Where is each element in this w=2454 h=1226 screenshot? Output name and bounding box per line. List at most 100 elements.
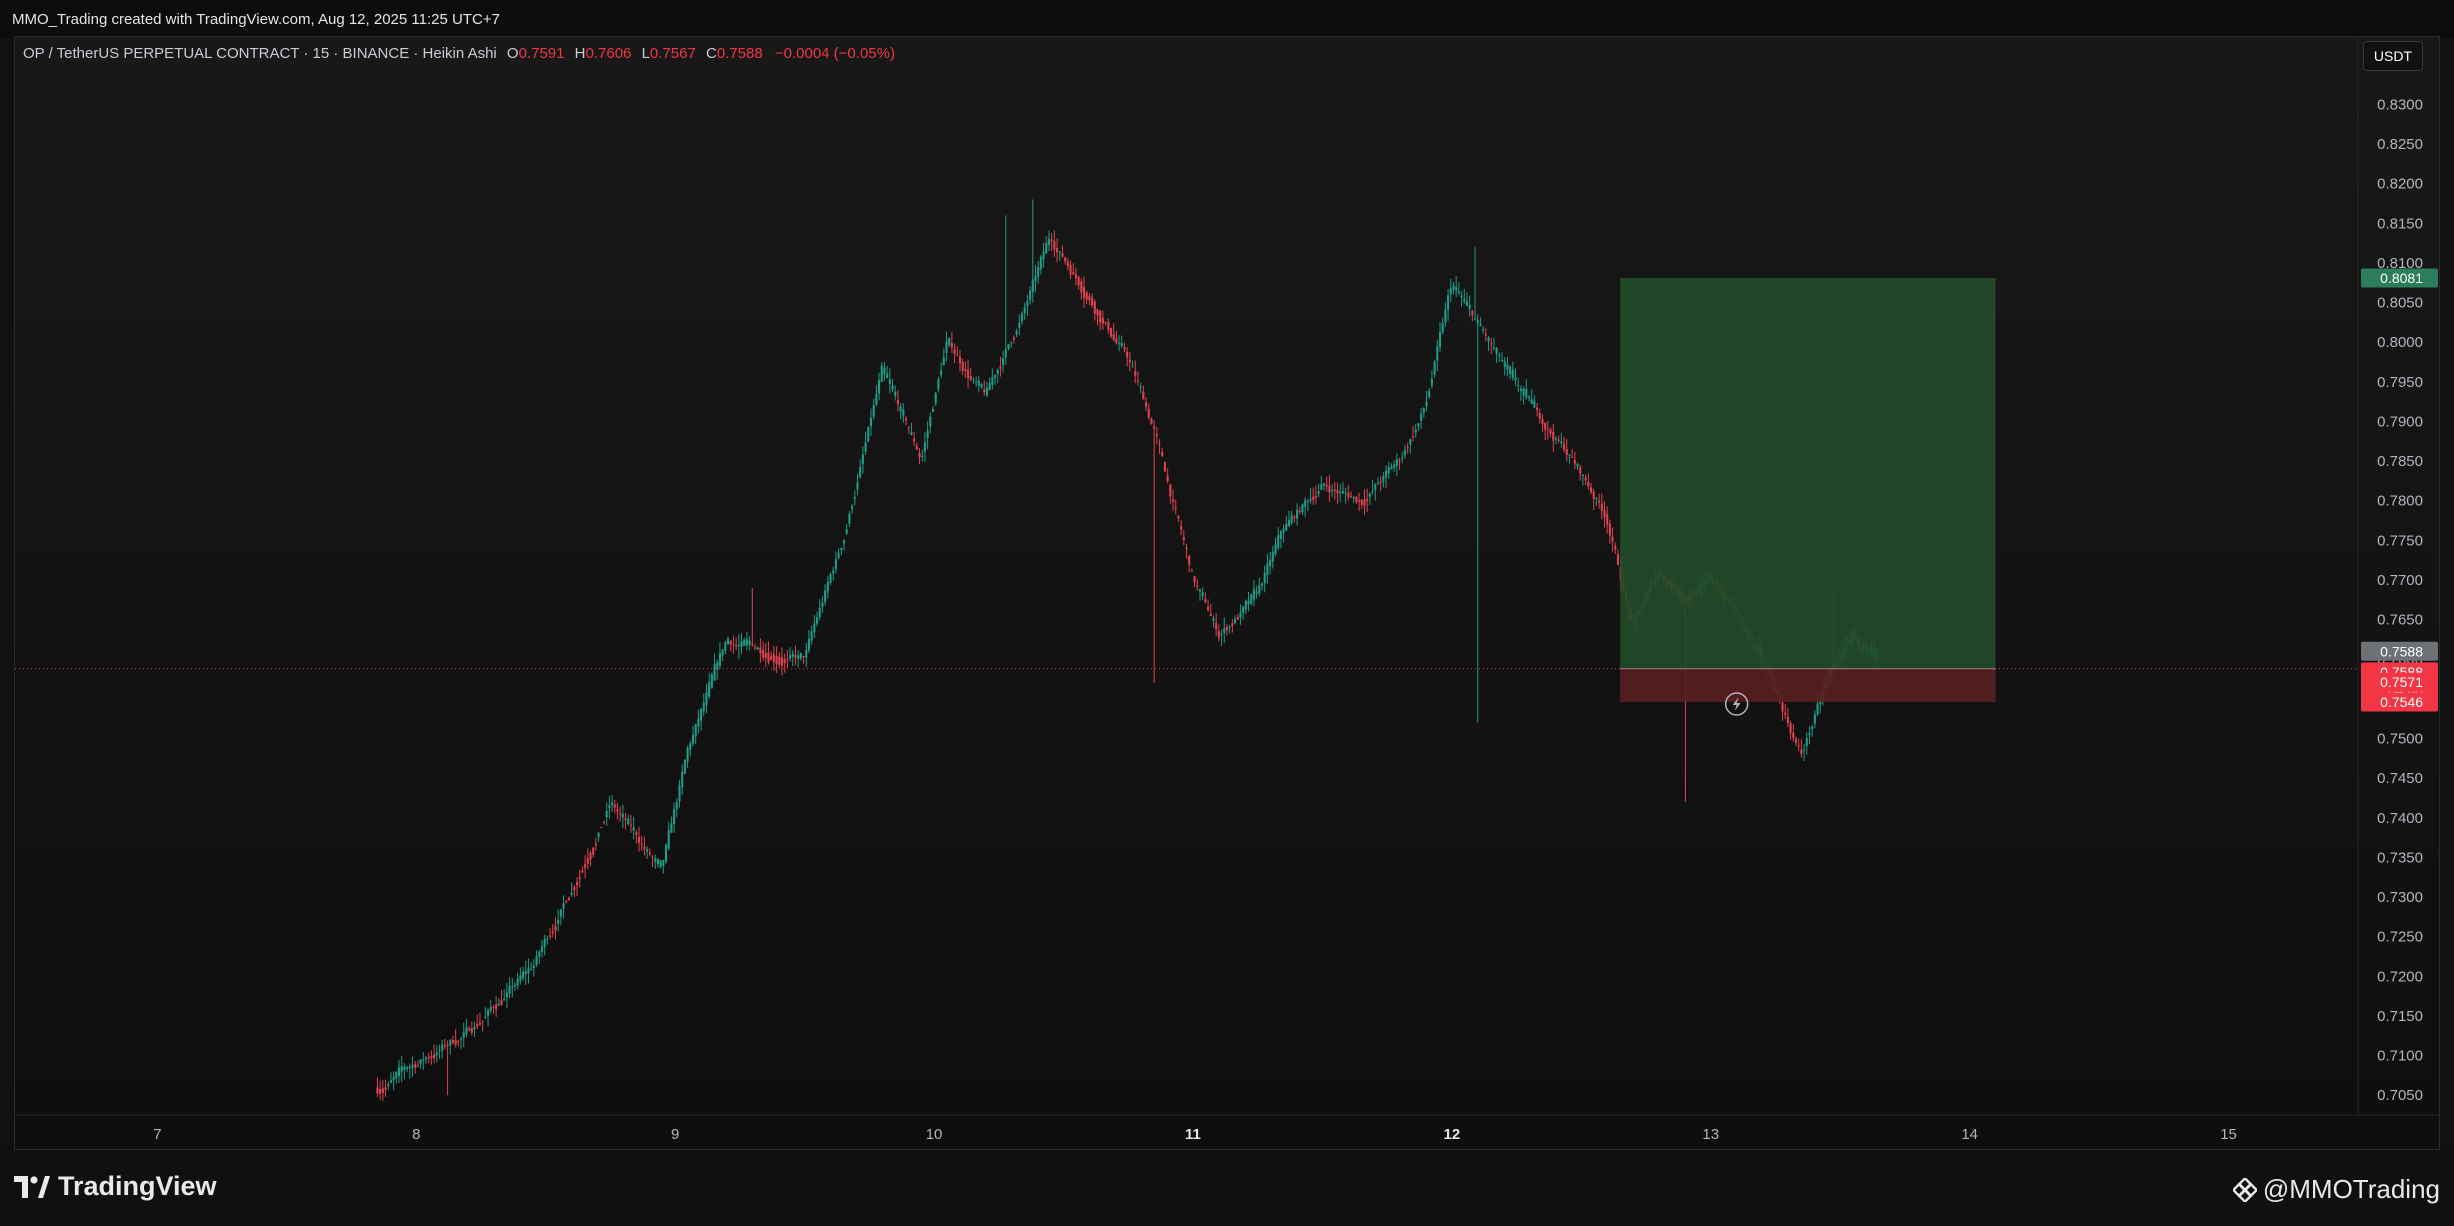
candle-body [1422,407,1425,413]
candle-body [1134,371,1137,376]
candle-body [1171,499,1175,502]
candle-body [1579,467,1582,474]
candle-body [1026,301,1029,307]
candle-body [1487,337,1490,341]
close-label: C [705,45,717,62]
candle-body [1142,391,1145,400]
candle-body [1198,589,1202,592]
tradingview-brand[interactable]: TradingView [14,1171,217,1202]
candle-body [1131,366,1134,368]
candle-body [1503,361,1506,367]
symbol-legend: OP / TetherUS PERPETUAL CONTRACT · 15 · … [23,45,895,62]
candle-body [621,813,624,818]
candle-body [637,836,641,843]
candle-body [1495,348,1498,354]
price-tick-label: 0.7650 [2377,612,2423,629]
candle-body [1360,499,1363,505]
candle-body [1233,619,1237,623]
candle-body [1786,716,1789,723]
candle-body [1430,378,1433,386]
candle-body [675,801,678,810]
candle-body [1258,585,1261,594]
candle-body [926,430,929,439]
candle-body [1417,423,1420,427]
target-price-text: 0.8081 [2380,270,2423,286]
candle-body [1212,618,1215,621]
candle-body [1565,449,1568,455]
candle-body [740,641,743,648]
candle-body [1228,626,1231,628]
candle-body [1471,311,1474,316]
price-tick-label: 0.8150 [2377,215,2423,232]
candle-body [600,827,603,829]
candle-body [1279,531,1282,540]
price-tick-label: 0.7100 [2377,1048,2423,1065]
price-tick-label: 0.7900 [2377,413,2423,430]
currency-button[interactable]: USDT [2362,41,2423,71]
candle-body [1161,451,1164,457]
candle-body [1209,614,1212,617]
candle-body [931,408,935,412]
candle-body [608,805,611,808]
candle-body [799,653,802,659]
mid-price-text: 0.7571 [2380,674,2423,690]
candle-body [721,649,724,656]
candle-body [1255,591,1258,594]
stop-price-text: 0.7546 [2380,694,2423,710]
author-handle[interactable]: @MMOTrading [2232,1174,2440,1205]
candle-body [1277,535,1280,548]
candle-body [1077,276,1080,286]
candle-body [735,645,738,647]
candle-body [535,955,538,966]
candle-body [977,380,980,386]
candle-body [1047,238,1051,245]
candle-body [894,391,897,396]
candle-body [999,366,1002,369]
candle-body [1492,347,1495,349]
candle-body [578,877,581,879]
candle-body [1072,272,1075,275]
candle-body [875,394,878,405]
candle-body [1803,749,1806,751]
candle-body [883,367,886,375]
candle-body [913,438,916,442]
open-label: O [506,45,519,62]
candle-body [724,642,727,651]
candle-body [397,1067,401,1076]
candle-body [430,1055,433,1058]
time-tick-label: 7 [153,1126,161,1143]
candle-body [869,418,873,427]
candle-body [1382,476,1385,482]
candle-body [1358,500,1361,502]
price-chart[interactable]: 0.83500.83000.82500.82000.81500.81000.80… [15,37,2440,1150]
candle-body [1339,492,1342,494]
candle-body [1201,592,1204,597]
candle-body [557,919,560,924]
candle-body [1587,482,1590,487]
candle-body [473,1027,476,1030]
candle-body [465,1027,468,1035]
candle-body [505,992,508,998]
candle-body [1411,435,1415,438]
candle-body [570,892,573,895]
candle-body [1193,576,1196,582]
candle-body [1398,460,1401,462]
price-tick-label: 0.7800 [2377,493,2423,510]
candle-body [829,574,832,584]
candle-body [1584,477,1587,480]
candle-body [764,653,767,659]
candle-body [783,659,786,664]
candle-body [457,1041,460,1043]
candle-body [1393,464,1396,468]
price-tick-label: 0.8200 [2377,176,2423,193]
chart-frame[interactable]: 0.83500.83000.82500.82000.81500.81000.80… [14,36,2440,1150]
candle-body [705,692,708,706]
candle-body [605,810,608,818]
candle-body [726,638,730,645]
candle-body [789,654,792,659]
candle-body [767,652,770,663]
candle-body [1045,243,1048,254]
candle-body [1020,313,1024,322]
candle-body [1296,509,1299,519]
candle-body [643,846,646,850]
